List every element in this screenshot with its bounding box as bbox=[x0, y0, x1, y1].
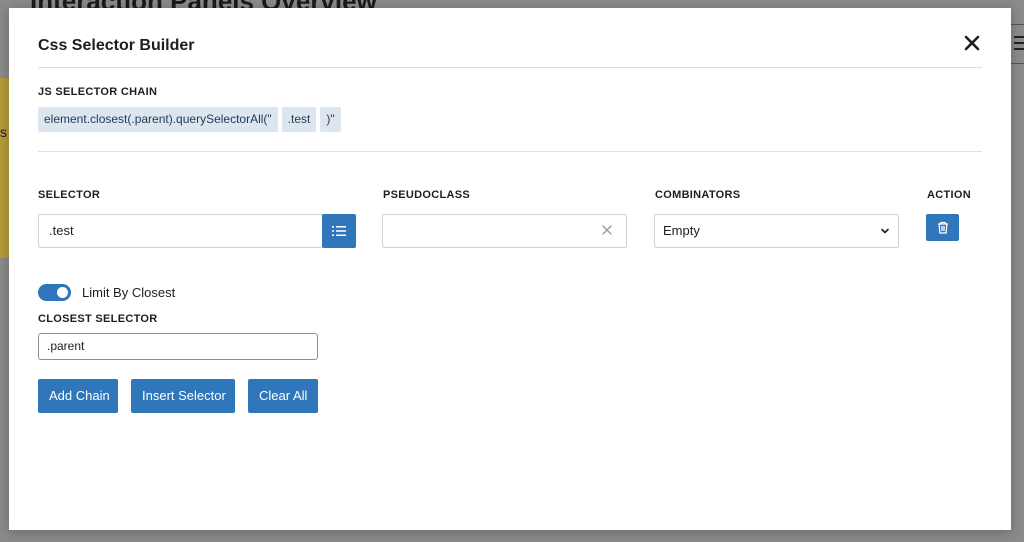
menu-icon bbox=[1014, 36, 1024, 50]
clear-icon[interactable] bbox=[600, 223, 614, 237]
pseudoclass-input[interactable] bbox=[382, 214, 627, 248]
combinators-column-label: COMBINATORS bbox=[655, 189, 741, 201]
delete-row-button[interactable] bbox=[926, 214, 959, 241]
chain-part-selector: .test bbox=[281, 107, 317, 132]
pseudoclass-column-label: PSEUDOCLASS bbox=[383, 189, 471, 201]
chain-part-prefix: element.closest(.parent).querySelectorAl… bbox=[38, 107, 278, 132]
closest-selector-input[interactable]: .parent bbox=[38, 333, 318, 360]
limit-by-closest-toggle[interactable] bbox=[38, 284, 71, 301]
close-icon bbox=[964, 35, 980, 51]
selector-chain: element.closest(.parent).querySelectorAl… bbox=[38, 107, 341, 132]
selector-input[interactable]: .test bbox=[38, 214, 323, 248]
chain-label: JS SELECTOR CHAIN bbox=[38, 86, 158, 98]
combinators-selected-value: Empty bbox=[663, 223, 700, 238]
modal-header: Css Selector Builder bbox=[9, 8, 1011, 68]
backdrop-edge-text: s bbox=[0, 124, 7, 140]
add-chain-button[interactable]: Add Chain bbox=[38, 379, 118, 413]
selector-builder-modal: Css Selector Builder JS SELECTOR CHAIN e… bbox=[9, 8, 1011, 530]
modal-title: Css Selector Builder bbox=[38, 37, 195, 54]
action-column-label: ACTION bbox=[927, 189, 971, 201]
chevron-down-icon bbox=[881, 228, 889, 234]
limit-by-closest-label: Limit By Closest bbox=[82, 285, 176, 300]
selector-column-label: SELECTOR bbox=[38, 189, 101, 201]
clear-all-button[interactable]: Clear All bbox=[248, 379, 318, 413]
closest-selector-label: CLOSEST SELECTOR bbox=[38, 313, 158, 325]
toggle-knob bbox=[57, 287, 68, 298]
insert-selector-button[interactable]: Insert Selector bbox=[131, 379, 235, 413]
selector-list-button[interactable] bbox=[322, 214, 356, 248]
trash-icon bbox=[937, 221, 948, 234]
chain-part-suffix: )" bbox=[320, 107, 341, 132]
combinators-select[interactable]: Empty bbox=[654, 214, 899, 248]
header-divider bbox=[38, 67, 982, 68]
section-divider bbox=[38, 151, 982, 152]
close-button[interactable] bbox=[962, 33, 982, 53]
list-icon bbox=[332, 226, 346, 236]
